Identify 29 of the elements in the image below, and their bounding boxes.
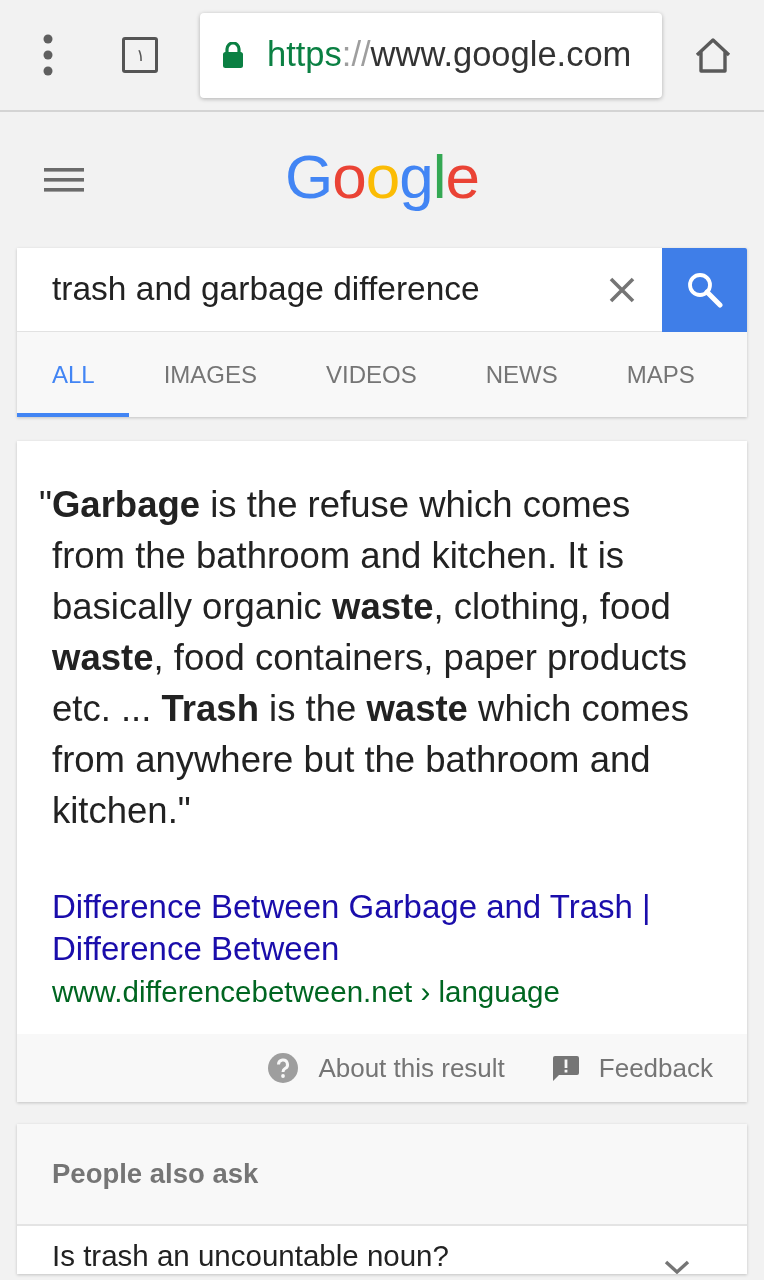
feedback-button[interactable]: Feedback	[552, 1048, 713, 1088]
result-url: www.differencebetween.net › language	[52, 974, 561, 1010]
menu-button[interactable]	[44, 168, 84, 192]
search-tab[interactable]: ALL	[17, 332, 129, 417]
search-tab[interactable]: NEWS	[450, 332, 592, 417]
close-icon	[609, 276, 635, 303]
more-icon	[43, 34, 53, 76]
tab-switcher-button[interactable]: ١	[122, 37, 158, 73]
url-text: https://www.google.com	[267, 34, 632, 76]
search-tab[interactable]: VIDEOS	[291, 332, 451, 417]
search-field[interactable]: trash and garbage difference	[52, 267, 594, 312]
feedback-icon	[552, 1055, 579, 1081]
section-heading: People also ask	[52, 1157, 259, 1192]
about-result-button[interactable]: About this result	[268, 1048, 505, 1088]
menu-icon	[44, 168, 84, 192]
home-button[interactable]	[694, 37, 732, 73]
search-tab[interactable]: MAPS	[591, 332, 729, 417]
more-button[interactable]	[43, 34, 53, 76]
result-link[interactable]: Difference Between Garbage and Trash | Difference Between	[52, 886, 721, 970]
search-tab[interactable]: IMAGES	[128, 332, 292, 417]
google-logo[interactable]: Google	[285, 146, 479, 214]
address-bar[interactable]: https://www.google.com	[200, 12, 662, 98]
help-icon	[268, 1053, 299, 1083]
answer-snippet: "Garbage is the refuse which comes from the bathroom and kitchen. It is basically organic waste, clothing, food waste, food containers, paper products etc. ... Trash is the waste which comes from anywhere but the bathroom and kitchen."	[38, 483, 691, 833]
search-box[interactable]: trash and garbage difference	[17, 248, 662, 331]
search-icon	[686, 271, 723, 308]
search-button[interactable]	[662, 247, 747, 332]
home-icon	[694, 37, 732, 73]
question-row[interactable]: Is trash an uncountable noun?	[17, 1226, 747, 1274]
